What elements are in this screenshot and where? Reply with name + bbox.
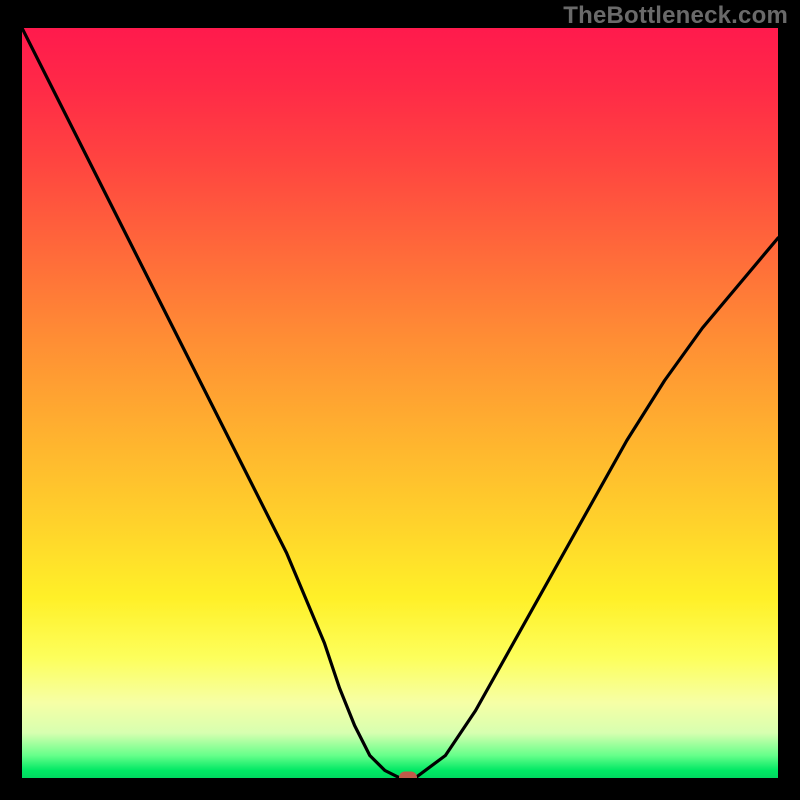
minimum-marker <box>399 772 417 779</box>
chart-frame: TheBottleneck.com <box>0 0 800 800</box>
curve-path <box>22 28 778 778</box>
bottleneck-curve <box>22 28 778 778</box>
plot-area <box>22 28 778 778</box>
watermark-text: TheBottleneck.com <box>563 2 788 30</box>
